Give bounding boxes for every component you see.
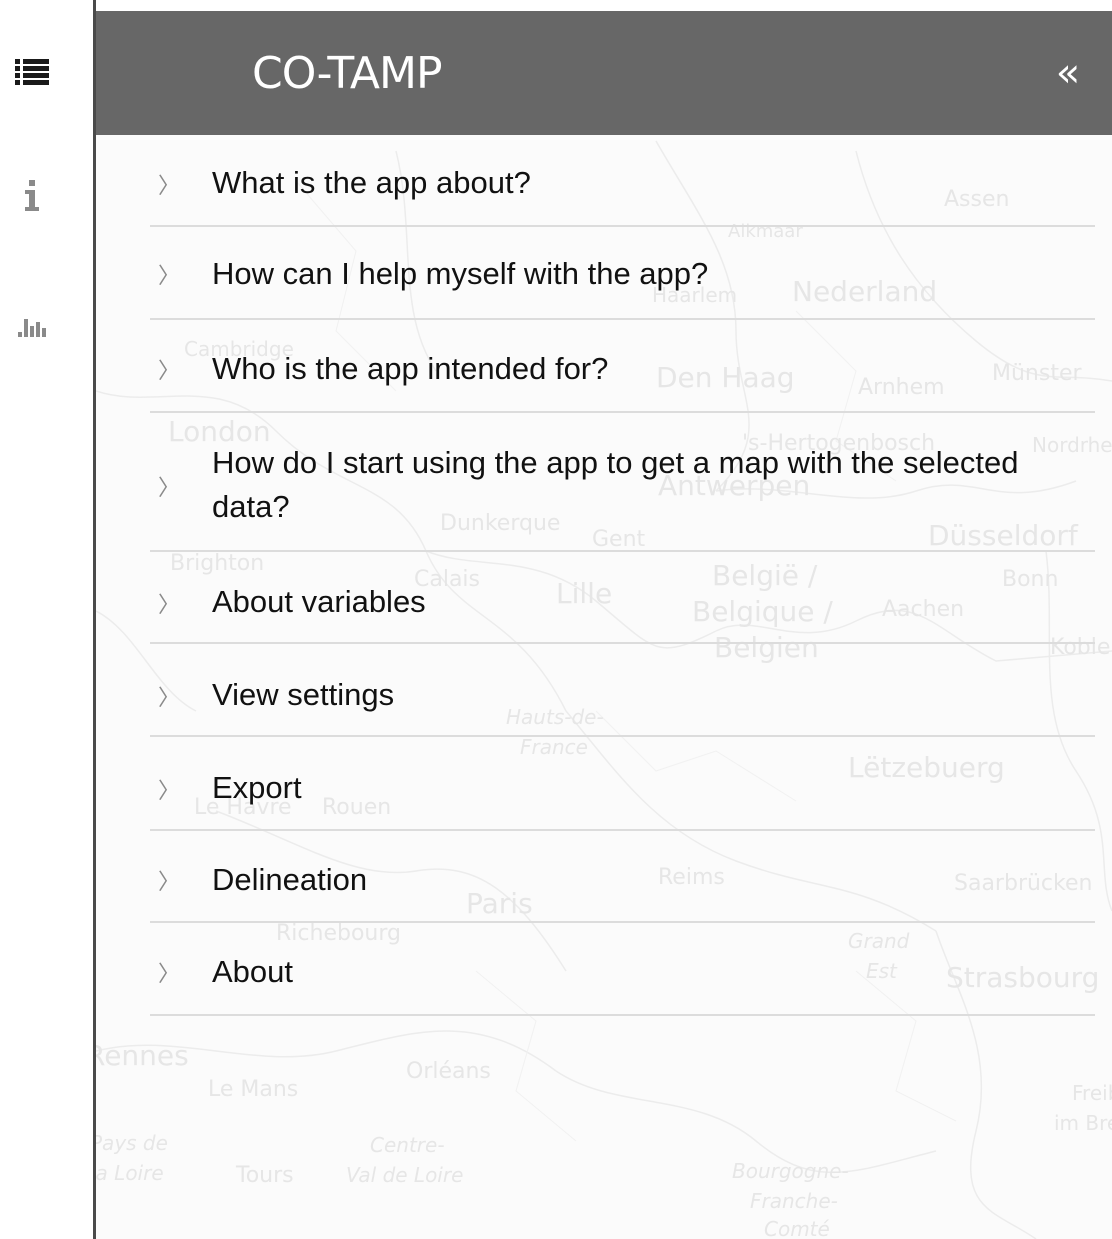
accordion-item-start-using[interactable]: 〉 How do I start using the app to get a … xyxy=(150,413,1095,552)
accordion-item-about-variables[interactable]: 〉 About variables xyxy=(150,552,1095,644)
chevron-right-icon: 〉 xyxy=(158,870,181,895)
accordion-item-label: About variables xyxy=(212,584,426,619)
chevron-right-icon: 〉 xyxy=(158,593,181,618)
icon-rail xyxy=(0,0,96,1239)
collapse-panel-button[interactable]: « xyxy=(1046,51,1090,95)
list-icon xyxy=(15,59,49,85)
help-accordion: 〉 What is the app about? 〉 How can I hel… xyxy=(150,135,1095,1016)
help-panel: Assen Alkmaar Nederland Haarlem Cambridg… xyxy=(96,11,1112,1239)
bar-chart-icon xyxy=(18,315,46,337)
list-view-button[interactable] xyxy=(0,40,64,104)
accordion-item-export[interactable]: 〉 Export xyxy=(150,737,1095,831)
accordion-item-label: About xyxy=(212,954,294,989)
accordion-item-label: Who is the app intended for? xyxy=(212,351,609,386)
info-icon xyxy=(23,180,41,212)
accordion-item-label: What is the app about? xyxy=(212,165,531,200)
chevron-right-icon: 〉 xyxy=(158,686,181,711)
app-title: CO-TAMP xyxy=(252,48,442,99)
chevron-right-icon: 〉 xyxy=(158,962,181,987)
accordion-item-label: Delineation xyxy=(212,862,368,897)
accordion-item-label: Export xyxy=(212,770,302,805)
chevron-right-icon: 〉 xyxy=(158,359,181,384)
panel-header: CO-TAMP « xyxy=(96,11,1112,135)
accordion-item-label: How do I start using the app to get a ma… xyxy=(212,445,1019,524)
accordion-item-label: View settings xyxy=(212,677,395,712)
accordion-item-help-myself[interactable]: 〉 How can I help myself with the app? xyxy=(150,227,1095,320)
accordion-item-app-about[interactable]: 〉 What is the app about? xyxy=(150,135,1095,227)
chevron-right-icon: 〉 xyxy=(158,476,181,501)
chevron-right-icon: 〉 xyxy=(158,174,181,199)
chart-button[interactable] xyxy=(0,294,64,358)
chevron-right-icon: 〉 xyxy=(158,779,181,804)
chevron-right-icon: 〉 xyxy=(158,264,181,289)
accordion-item-intended-for[interactable]: 〉 Who is the app intended for? xyxy=(150,320,1095,413)
accordion-item-about[interactable]: 〉 About xyxy=(150,923,1095,1016)
info-button[interactable] xyxy=(0,164,64,228)
double-chevron-left-icon: « xyxy=(1055,50,1081,96)
accordion-item-label: How can I help myself with the app? xyxy=(212,256,709,291)
accordion-item-view-settings[interactable]: 〉 View settings xyxy=(150,644,1095,737)
accordion-item-delineation[interactable]: 〉 Delineation xyxy=(150,831,1095,923)
